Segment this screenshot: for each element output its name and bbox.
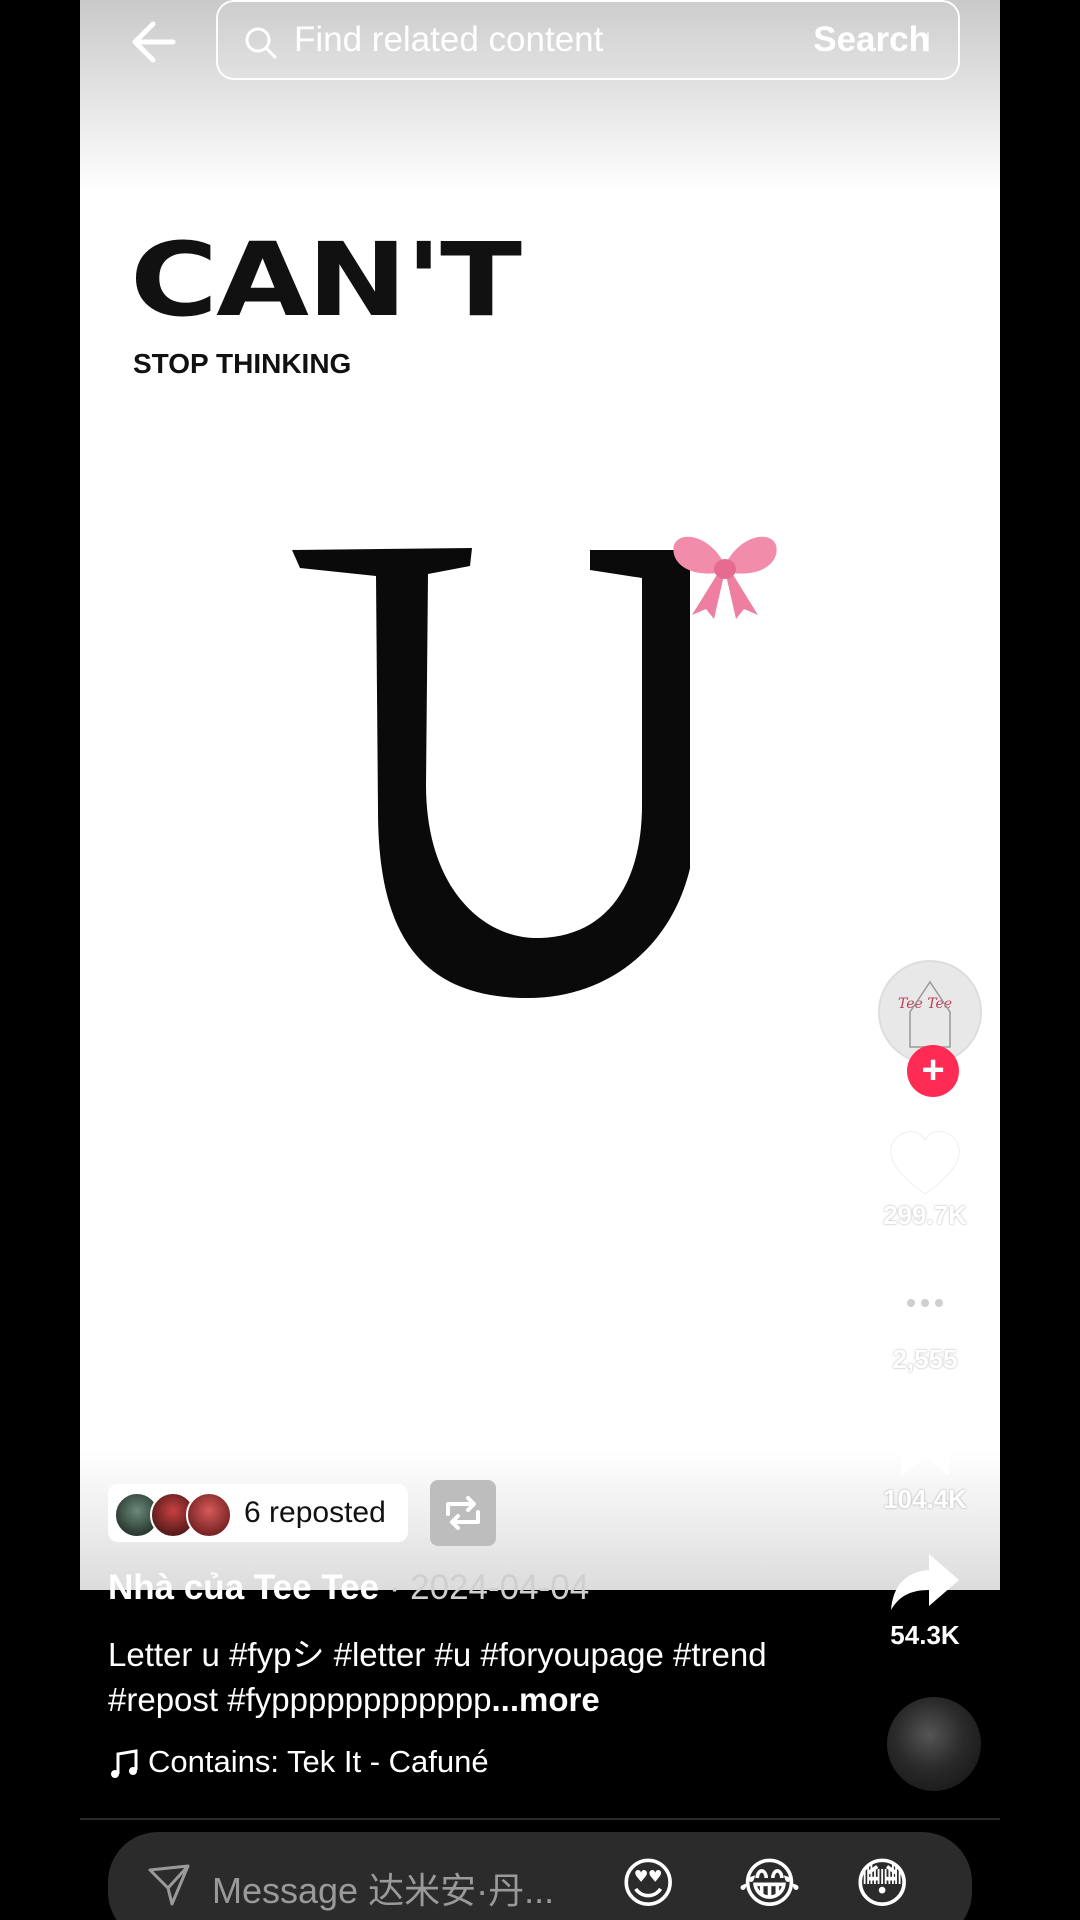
back-arrow-icon[interactable]: [125, 12, 185, 72]
save-count: 104.4K: [883, 1484, 967, 1514]
post-date: · 2024-04-04: [379, 1568, 590, 1607]
flushed-emoji[interactable]: 😳: [854, 1852, 910, 1915]
heart-eyes-emoji[interactable]: 😍: [620, 1852, 676, 1915]
video-screen: CAN'T STOP THINKING Find related content: [80, 0, 1000, 1920]
laughing-emoji[interactable]: 😂: [738, 1852, 801, 1915]
message-bar[interactable]: Message 达米安·丹... 😍 😂 😳: [108, 1832, 972, 1920]
repost-count-label: 6 reposted: [244, 1496, 386, 1529]
repost-chip[interactable]: 6 reposted: [108, 1484, 408, 1542]
caption-text: Letter u #fypシ #letter #u #foryoupage #t…: [108, 1636, 767, 1718]
share-count: 54.3K: [890, 1620, 960, 1650]
search-input[interactable]: Find related content: [294, 20, 603, 60]
video-subline: STOP THINKING: [133, 348, 352, 379]
send-icon: [148, 1864, 190, 1906]
like-count: 299.7K: [883, 1200, 967, 1230]
video-headline: CAN'T: [130, 221, 522, 340]
bookmark-icon: [901, 1416, 949, 1476]
video-player[interactable]: CAN'T STOP THINKING: [80, 0, 1000, 1590]
follow-button[interactable]: +: [907, 1045, 959, 1097]
comment-button[interactable]: 2,555: [870, 1272, 980, 1375]
like-button[interactable]: 299.7K: [870, 1130, 980, 1231]
divider: [80, 1818, 1000, 1820]
music-info[interactable]: Contains: Tek It - Cafuné: [108, 1744, 489, 1780]
share-arrow-icon: [891, 1554, 959, 1610]
letter-u-graphic: [292, 548, 690, 998]
search-button[interactable]: Search: [813, 20, 930, 60]
save-button[interactable]: 104.4K: [870, 1412, 980, 1515]
music-disc-icon[interactable]: [887, 1697, 981, 1791]
share-button[interactable]: 54.3K: [870, 1550, 980, 1651]
message-input[interactable]: Message 达米安·丹...: [212, 1862, 554, 1914]
music-title: Contains: Tek It - Cafuné: [148, 1744, 489, 1779]
repost-icon: [446, 1496, 480, 1530]
post-caption[interactable]: Letter u #fypシ #letter #u #foryoupage #t…: [108, 1632, 788, 1722]
more-link[interactable]: ...more: [492, 1681, 600, 1718]
music-note-icon: [111, 1749, 138, 1778]
pink-bow-icon: [670, 525, 780, 620]
username[interactable]: Nhà của Tee Tee: [108, 1568, 379, 1607]
repost-avatar: [186, 1492, 232, 1538]
comment-count: 2,555: [892, 1344, 958, 1374]
search-icon: [245, 27, 277, 59]
post-author[interactable]: Nhà của Tee Tee · 2024-04-04: [108, 1568, 589, 1608]
repost-button[interactable]: [430, 1480, 496, 1546]
comment-icon: [891, 1276, 959, 1338]
search-bar[interactable]: Find related content Search: [216, 0, 960, 80]
heart-icon: [890, 1131, 960, 1195]
